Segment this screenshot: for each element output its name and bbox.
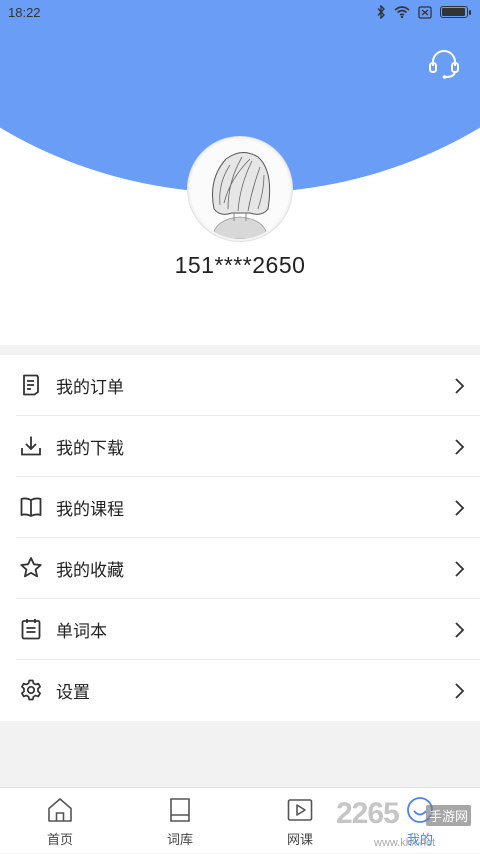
tab-label: 词库 <box>166 833 193 848</box>
menu-item-wordbook[interactable]: 单词本 <box>0 599 480 660</box>
chevron-right-icon <box>455 500 465 516</box>
tab-courses[interactable]: 网课 <box>240 788 360 854</box>
status-icons <box>376 5 471 19</box>
user-phone: 151****2650 <box>174 252 306 278</box>
star-icon <box>20 557 42 578</box>
menu-item-courses[interactable]: 我的课程 <box>0 477 480 538</box>
bluetooth-icon <box>377 5 385 19</box>
menu-item-label: 我的订单 <box>56 378 124 398</box>
avatar[interactable] <box>188 137 292 241</box>
menu-item-favorites[interactable]: 我的收藏 <box>0 538 480 599</box>
status-time: 18:22 <box>8 4 41 20</box>
play-icon <box>287 799 313 821</box>
chevron-right-icon <box>455 683 465 699</box>
tab-label: 网课 <box>286 833 313 848</box>
sim-blocked-icon <box>418 5 432 19</box>
avatar-illustration <box>190 139 290 239</box>
library-icon <box>170 798 190 822</box>
download-icon <box>21 436 41 456</box>
menu-item-label: 我的课程 <box>56 500 124 520</box>
chevron-right-icon <box>455 439 465 455</box>
menu-item-downloads[interactable]: 我的下载 <box>0 416 480 477</box>
home-icon <box>48 798 72 822</box>
tab-label: 首页 <box>46 833 73 848</box>
gear-icon <box>21 679 41 701</box>
wifi-icon <box>394 6 410 18</box>
tab-home[interactable]: 首页 <box>0 788 120 854</box>
chevron-right-icon <box>455 561 465 577</box>
tab-profile[interactable]: 我的 <box>360 788 480 854</box>
menu-list: 我的订单 我的下载 我的课程 我的收藏 单词本 设置 <box>0 355 480 721</box>
tab-label: 我的 <box>406 833 433 848</box>
book-icon <box>20 497 42 517</box>
menu-item-label: 我的收藏 <box>56 561 124 581</box>
tab-library[interactable]: 词库 <box>120 788 240 854</box>
profile-icon <box>407 797 433 823</box>
battery-icon <box>440 6 471 18</box>
headset-icon[interactable] <box>426 46 462 82</box>
chevron-right-icon <box>455 378 465 394</box>
menu-item-settings[interactable]: 设置 <box>0 660 480 721</box>
menu-item-label: 设置 <box>56 683 90 703</box>
menu-item-label: 我的下载 <box>56 439 124 459</box>
chevron-right-icon <box>455 622 465 638</box>
menu-item-label: 单词本 <box>56 622 107 642</box>
status-bar: 18:22 <box>0 0 480 24</box>
bottom-tab-bar: 首页 词库 网课 我的 <box>0 787 480 853</box>
menu-item-orders[interactable]: 我的订单 <box>0 355 480 416</box>
notebook-icon <box>21 619 41 640</box>
order-icon <box>23 374 39 396</box>
profile-header: 151****2650 <box>0 0 480 345</box>
